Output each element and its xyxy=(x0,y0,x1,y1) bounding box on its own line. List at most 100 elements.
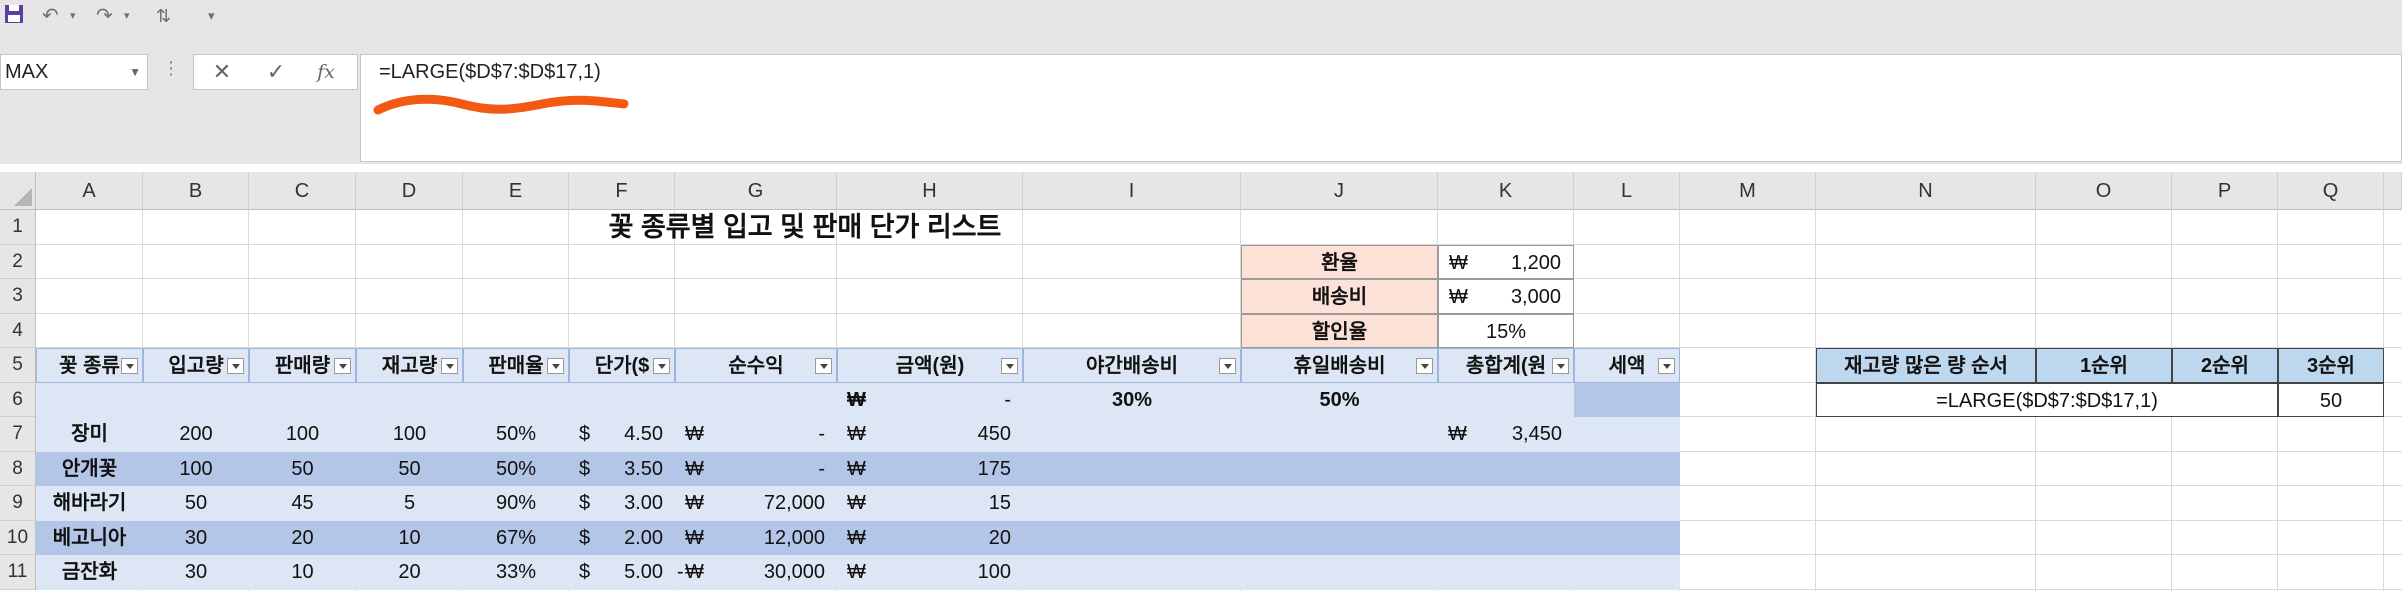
table-header-cell[interactable]: 세액 xyxy=(1574,348,1680,383)
data-cell[interactable]: 50 xyxy=(143,486,249,521)
filter-dropdown-icon[interactable] xyxy=(1552,358,1569,374)
data-cell[interactable]: 50 xyxy=(249,451,356,486)
row-header-11[interactable]: 11 xyxy=(0,555,36,590)
formula-input[interactable]: =LARGE($D$7:$D$17,1) xyxy=(360,54,2402,162)
row6-cell[interactable] xyxy=(463,382,569,417)
data-cell[interactable]: $2.00 xyxy=(569,520,675,555)
row6-cell[interactable] xyxy=(569,382,675,417)
data-cell[interactable]: 30 xyxy=(143,520,249,555)
row6-cell[interactable] xyxy=(143,382,249,417)
table-header-cell[interactable]: 판매율 xyxy=(463,348,569,383)
data-cell[interactable]: ₩ - xyxy=(675,417,837,452)
row-header-4[interactable]: 4 xyxy=(0,313,36,348)
data-cell[interactable] xyxy=(1023,451,1241,486)
data-cell[interactable] xyxy=(1023,486,1241,521)
data-cell[interactable]: 33% xyxy=(463,555,569,590)
data-cell[interactable] xyxy=(1574,486,1680,521)
column-header-p[interactable]: P xyxy=(2172,172,2278,210)
column-header-g[interactable]: G xyxy=(675,172,837,210)
data-cell[interactable]: 베고니아 xyxy=(36,520,143,555)
data-cell[interactable]: ₩450 xyxy=(837,417,1023,452)
data-cell[interactable]: 30 xyxy=(143,555,249,590)
filter-dropdown-icon[interactable] xyxy=(334,358,351,374)
data-cell[interactable] xyxy=(1023,555,1241,590)
row6-cell[interactable]: 30% xyxy=(1023,382,1241,417)
table-header-cell[interactable]: 휴일배송비 xyxy=(1241,348,1438,383)
data-cell[interactable] xyxy=(1574,555,1680,590)
data-cell[interactable] xyxy=(1438,486,1574,521)
filter-dropdown-icon[interactable] xyxy=(653,358,670,374)
table-header-cell[interactable]: 입고량 xyxy=(143,348,249,383)
filter-dropdown-icon[interactable] xyxy=(1001,358,1018,374)
row-header-10[interactable]: 10 xyxy=(0,520,36,555)
row6-cell[interactable] xyxy=(36,382,143,417)
data-cell[interactable] xyxy=(1438,555,1574,590)
row-header-9[interactable]: 9 xyxy=(0,486,36,521)
row-header-3[interactable]: 3 xyxy=(0,279,36,314)
chevron-down-icon[interactable]: ▼ xyxy=(129,55,141,89)
data-cell[interactable]: 해바라기 xyxy=(36,486,143,521)
row6-cell[interactable]: 50% xyxy=(1241,382,1438,417)
table-header-cell[interactable]: 금액(원) xyxy=(837,348,1023,383)
data-cell[interactable]: $3.00 xyxy=(569,486,675,521)
data-cell[interactable] xyxy=(1241,520,1438,555)
table-header-cell[interactable]: 총합계(원 xyxy=(1438,348,1574,383)
data-cell[interactable]: 10 xyxy=(249,555,356,590)
data-cell[interactable]: 20 xyxy=(356,555,463,590)
data-cell[interactable]: ₩72,000 xyxy=(675,486,837,521)
row-header-7[interactable]: 7 xyxy=(0,417,36,452)
select-all-corner[interactable] xyxy=(0,172,36,210)
data-cell[interactable]: $3.50 xyxy=(569,451,675,486)
data-cell[interactable]: 20 xyxy=(249,520,356,555)
table-header-cell[interactable]: 야간배송비 xyxy=(1023,348,1241,383)
column-header-a[interactable]: A xyxy=(36,172,143,210)
column-header-e[interactable]: E xyxy=(463,172,569,210)
row-header-2[interactable]: 2 xyxy=(0,244,36,279)
data-cell[interactable]: 장미 xyxy=(36,417,143,452)
row-header-6[interactable]: 6 xyxy=(0,382,36,417)
row6-cell[interactable]: ₩ - xyxy=(837,382,1023,417)
data-cell[interactable]: 90% xyxy=(463,486,569,521)
data-cell[interactable] xyxy=(1023,520,1241,555)
table-header-cell[interactable]: 꽃 종류 xyxy=(36,348,143,383)
data-cell[interactable] xyxy=(1438,520,1574,555)
data-cell[interactable]: 50% xyxy=(463,417,569,452)
row6-cell[interactable] xyxy=(1438,382,1574,417)
save-icon[interactable] xyxy=(4,4,24,28)
data-cell[interactable]: 100 xyxy=(249,417,356,452)
customize-icon[interactable]: ▾ xyxy=(208,4,215,28)
data-cell[interactable] xyxy=(1023,417,1241,452)
filter-dropdown-icon[interactable] xyxy=(121,358,138,374)
redo-icon[interactable]: ↷ xyxy=(96,4,113,28)
filter-dropdown-icon[interactable] xyxy=(547,358,564,374)
data-cell[interactable]: 금잔화 xyxy=(36,555,143,590)
filter-dropdown-icon[interactable] xyxy=(815,358,832,374)
enter-icon[interactable]: ✓ xyxy=(256,55,296,89)
data-cell[interactable]: $4.50 xyxy=(569,417,675,452)
table-header-cell[interactable]: 단가($ xyxy=(569,348,675,383)
filter-dropdown-icon[interactable] xyxy=(1416,358,1433,374)
spreadsheet-grid[interactable]: A B C D E F G H I J K L M N O P Q 1 2 3 4 5 6 7 8 9 10 11 꽃 종류별 입고 및… xyxy=(0,172,2402,591)
data-cell[interactable]: $5.00 xyxy=(569,555,675,590)
data-cell[interactable]: ₩20 xyxy=(837,520,1023,555)
data-cell[interactable]: - ₩30,000 xyxy=(675,555,837,590)
data-cell[interactable]: 100 xyxy=(143,451,249,486)
row6-cell[interactable] xyxy=(1574,382,1680,417)
column-header-h[interactable]: H xyxy=(837,172,1023,210)
data-cell[interactable]: 50% xyxy=(463,451,569,486)
column-header-d[interactable]: D xyxy=(356,172,463,210)
undo-dropdown-icon[interactable]: ▾ xyxy=(70,4,76,28)
data-cell[interactable]: 200 xyxy=(143,417,249,452)
info-value[interactable]: 15% xyxy=(1438,313,1574,348)
data-cell[interactable]: 10 xyxy=(356,520,463,555)
data-cell[interactable]: ₩3,450 xyxy=(1438,417,1574,452)
column-header-j[interactable]: J xyxy=(1241,172,1438,210)
data-cell[interactable] xyxy=(1241,417,1438,452)
data-cell[interactable]: ₩100 xyxy=(837,555,1023,590)
row6-cell[interactable] xyxy=(249,382,356,417)
data-cell[interactable] xyxy=(1574,520,1680,555)
table-header-cell[interactable]: 판매량 xyxy=(249,348,356,383)
data-cell[interactable]: 5 xyxy=(356,486,463,521)
sort-icon[interactable]: ⇅ xyxy=(156,4,171,28)
insert-function-icon[interactable]: fx xyxy=(306,55,346,89)
